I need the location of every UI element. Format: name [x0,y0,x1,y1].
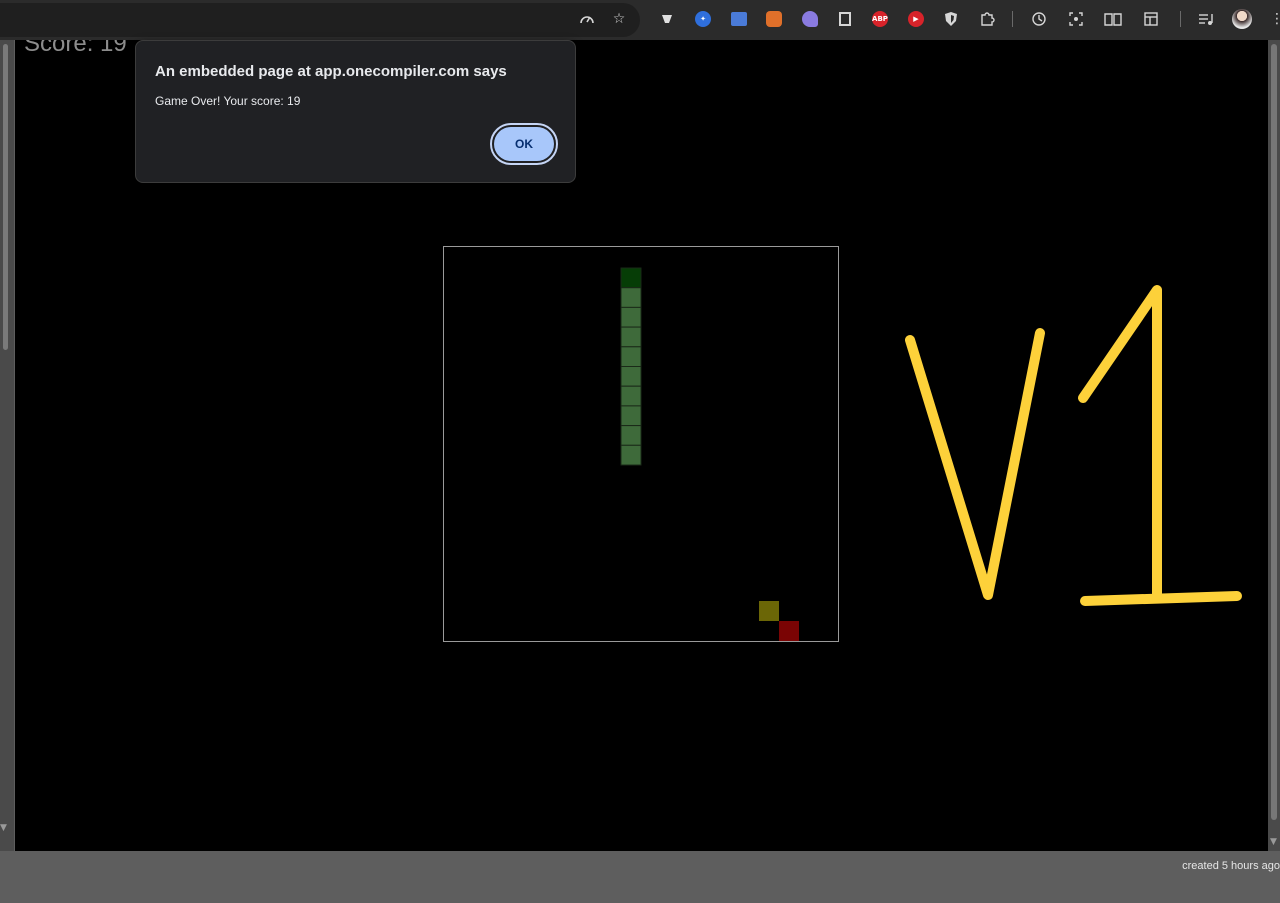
performance-icon[interactable] [576,8,598,30]
side-panel-icon[interactable] [1140,8,1162,30]
extension-2-icon[interactable]: ✦ [692,8,714,30]
bottom-status-bar: created 5 hours ago [0,851,1280,903]
right-scroll-down-arrow[interactable]: ▼ [1270,837,1277,847]
food-block [759,601,779,621]
dialog-message: Game Over! Your score: 19 [155,94,301,108]
screenshot-icon[interactable] [1065,8,1087,30]
ok-button[interactable]: OK [490,123,558,165]
browser-menu-icon[interactable]: ⋮ [1266,8,1280,30]
extension-9-icon[interactable] [940,8,962,30]
extension-6-icon[interactable] [834,8,856,30]
snake-segment [620,444,642,466]
snake-head [620,267,642,289]
snake-segment [620,405,642,427]
toolbar-divider-2 [1180,11,1181,27]
media-controls-icon[interactable] [1195,8,1217,30]
profile-avatar[interactable] [1231,8,1253,30]
extensions-puzzle-icon[interactable] [976,8,998,30]
game-canvas [620,267,799,641]
snake-segment [620,326,642,348]
crash-block [779,621,799,641]
snake-segment [620,425,642,446]
extension-5-icon[interactable] [799,8,821,30]
left-scrollbar-thumb[interactable] [3,44,8,350]
history-icon[interactable] [1028,8,1050,30]
game-board[interactable] [443,246,839,642]
left-scroll-down-arrow[interactable]: ▼ [0,823,7,833]
snake-segment [620,366,642,387]
dialog-title: An embedded page at app.onecompiler.com … [155,63,507,80]
snake-segment [620,306,642,328]
right-scrollbar-thumb[interactable] [1271,44,1277,820]
snake-segment [620,346,642,368]
score-label: Score: 19 [24,40,127,57]
snake [620,267,642,466]
adblock-plus-icon[interactable]: ABP [869,8,891,30]
adblock-label: ABP [872,11,888,27]
v1-annotation [905,285,1242,606]
snake-segment [620,385,642,407]
extension-8-icon[interactable]: ▶ [905,8,927,30]
browser-toolbar: ☆ ✦ ABP ▶ ⋮ [0,0,1280,40]
annotation-1-stroke [1078,285,1242,606]
annotation-v-stroke [905,328,1045,600]
extension-3-icon[interactable] [728,8,750,30]
toolbar-divider [1012,11,1013,27]
snake-segment [620,287,642,308]
bookmark-star-icon[interactable]: ☆ [608,8,630,30]
extension-1-icon[interactable] [656,8,678,30]
address-bar[interactable] [0,3,640,37]
extension-4-icon[interactable] [763,8,785,30]
reading-mode-icon[interactable] [1102,8,1124,30]
ok-button-label: OK [494,127,554,161]
alert-dialog: An embedded page at app.onecompiler.com … [135,40,576,183]
created-timestamp: created 5 hours ago [1182,860,1280,872]
